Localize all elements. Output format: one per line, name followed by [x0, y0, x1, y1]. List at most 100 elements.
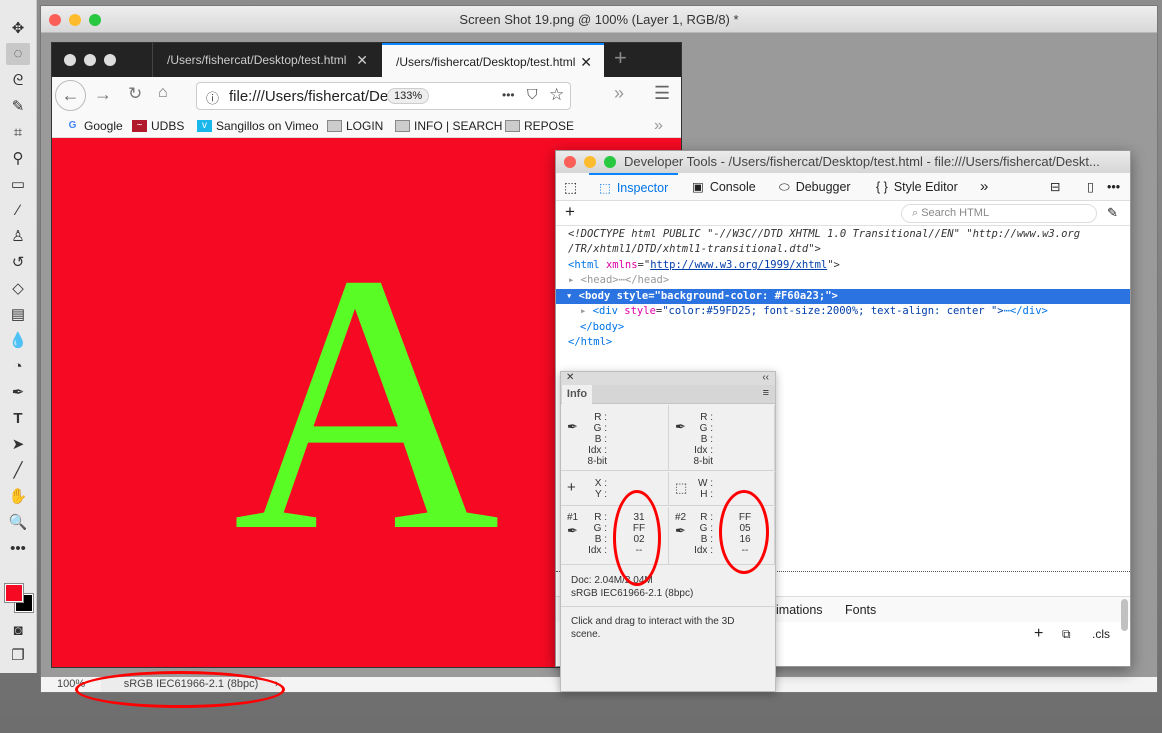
- forward-button[interactable]: →: [94, 84, 112, 105]
- toolbar-overflow-button[interactable]: »: [614, 83, 624, 104]
- tab-bar: /Users/fishercat/Desktop/test.html ✕ /Use…: [52, 43, 681, 77]
- screen-mode-icon[interactable]: ❐: [6, 645, 30, 667]
- tab-info[interactable]: Info: [562, 385, 592, 404]
- style-editor-icon: { }: [876, 180, 888, 194]
- close-button[interactable]: [49, 14, 61, 26]
- back-button[interactable]: ←: [55, 80, 86, 111]
- tab-animations[interactable]: imations: [776, 597, 823, 623]
- tab-fonts[interactable]: Fonts: [845, 597, 876, 623]
- search-html-input[interactable]: ⌕ Search HTML: [901, 204, 1097, 223]
- dock-icon[interactable]: ⊟: [1050, 173, 1060, 201]
- bookmark-vimeo[interactable]: v Sangillos on Vimeo: [197, 114, 319, 138]
- move-tool-icon[interactable]: ✥: [6, 18, 30, 40]
- panel-menu-icon[interactable]: ≡: [763, 387, 769, 399]
- clone-stamp-tool-icon[interactable]: ♙: [6, 226, 30, 248]
- tab-style-editor[interactable]: { } Style Editor: [876, 173, 958, 201]
- line-tool-icon[interactable]: ╱: [6, 460, 30, 482]
- healing-brush-tool-icon[interactable]: ▭: [6, 174, 30, 196]
- bookmarks-overflow[interactable]: »: [654, 114, 663, 138]
- hand-tool-icon[interactable]: ✋: [6, 486, 30, 508]
- devtools-toolbar: ⬚ ⬚ Inspector ▣ Console ⬭ Debugger { } Style…: [556, 173, 1130, 201]
- reload-button[interactable]: ↻: [128, 84, 142, 104]
- tab-debugger[interactable]: ⬭ Debugger: [779, 173, 851, 201]
- menu-button[interactable]: ☰: [654, 83, 670, 104]
- inspector-search-row: + ⌕ Search HTML ✎: [556, 201, 1130, 226]
- tag: <div: [592, 305, 618, 317]
- minimize-button[interactable]: [584, 156, 596, 168]
- url-bar[interactable]: ⓘ file:///Users/fishercat/Desk 133% ••• …: [196, 82, 571, 110]
- more-tools-icon[interactable]: •••: [6, 538, 30, 560]
- pseudo-class-toggle-icon[interactable]: ⧉: [1062, 622, 1071, 646]
- options-menu-icon[interactable]: •••: [1107, 173, 1120, 201]
- eyedropper-icon[interactable]: ✎: [1107, 205, 1118, 221]
- path-selection-tool-icon[interactable]: ➤: [6, 434, 30, 456]
- collapse-panel-icon[interactable]: ‹‹: [762, 372, 769, 384]
- div-node[interactable]: ▸ <div style="color:#59FD25; font-size:2…: [580, 304, 1048, 320]
- tab-inactive[interactable]: /Users/fishercat/Desktop/test.html ✕: [152, 43, 382, 77]
- blur-tool-icon[interactable]: 💧: [6, 330, 30, 352]
- eraser-tool-icon[interactable]: ◇: [6, 278, 30, 300]
- history-brush-tool-icon[interactable]: ↺: [6, 252, 30, 274]
- url-text[interactable]: file:///Users/fishercat/Desk: [229, 88, 394, 105]
- cls-toggle[interactable]: .cls: [1092, 622, 1110, 646]
- doctype-line-2: /TR/xhtml1/DTD/xhtml1-transitional.dtd">: [568, 243, 821, 255]
- close-button[interactable]: [564, 156, 576, 168]
- responsive-icon[interactable]: ▯: [1087, 173, 1094, 201]
- bookmark-folder-info[interactable]: INFO | SEARCH: [395, 114, 502, 138]
- dodge-tool-icon[interactable]: ◔: [6, 356, 30, 378]
- close-tab-icon[interactable]: ✕: [580, 45, 592, 79]
- zoom-tool-icon[interactable]: 🔍: [6, 512, 30, 534]
- bookmark-udbs[interactable]: ~ UDBS: [132, 114, 184, 138]
- panel-header: ✕ ‹‹: [561, 372, 775, 385]
- bookmark-star-icon[interactable]: ☆: [549, 85, 564, 105]
- crosshair-icon: +: [567, 479, 576, 496]
- tab-console[interactable]: ▣ Console: [692, 173, 756, 201]
- gradient-tool-icon[interactable]: ▤: [6, 304, 30, 326]
- body-node-selected[interactable]: ▾ <body style="background-color: #F60a23…: [566, 289, 838, 305]
- zoom-dot[interactable]: [104, 54, 116, 66]
- zoom-button[interactable]: [604, 156, 616, 168]
- bookmark-folder-login[interactable]: LOGIN: [327, 114, 383, 138]
- tab-inspector[interactable]: ⬚ Inspector: [589, 173, 679, 201]
- attr-link[interactable]: http://www.w3.org/1999/xhtml: [650, 259, 827, 271]
- panel-tab-bar: Info ≡: [561, 385, 775, 404]
- foreground-color-swatch[interactable]: [4, 583, 24, 603]
- xy-labels: X :Y :: [594, 478, 607, 500]
- element-picker-icon[interactable]: ⬚: [564, 173, 577, 201]
- crop-tool-icon[interactable]: ⌗: [6, 122, 30, 144]
- brush-tool-icon[interactable]: ∕: [6, 200, 30, 222]
- type-tool-icon[interactable]: T: [6, 408, 30, 430]
- pen-tool-icon[interactable]: ✒: [6, 382, 30, 404]
- page-actions-button[interactable]: •••: [502, 88, 515, 102]
- more-tools-button[interactable]: »: [980, 173, 988, 201]
- close-tab-icon[interactable]: ✕: [356, 43, 368, 77]
- scrollbar[interactable]: [1121, 599, 1128, 631]
- bookmark-folder-repose[interactable]: REPOSE: [505, 114, 574, 138]
- minimize-dot[interactable]: [84, 54, 96, 66]
- html-node[interactable]: <html xmlns="http://www.w3.org/1999/xhtm…: [568, 258, 840, 274]
- zoom-button[interactable]: [89, 14, 101, 26]
- eyedropper-icon[interactable]: ✒: [567, 419, 578, 435]
- tab-active[interactable]: /Users/fishercat/Desktop/test.html ✕: [382, 43, 604, 77]
- home-button[interactable]: ⌂: [158, 84, 168, 102]
- zoom-indicator[interactable]: 133%: [387, 88, 430, 104]
- elliptical-marquee-tool-icon[interactable]: ◌: [6, 43, 30, 65]
- minimize-button[interactable]: [69, 14, 81, 26]
- add-rule-button[interactable]: +: [1034, 622, 1043, 646]
- eyedropper-icon[interactable]: ✒: [567, 523, 578, 539]
- add-node-button[interactable]: +: [565, 202, 575, 222]
- actual-color-readout: ✒ R :G :B : Idx :8-bit: [561, 405, 669, 471]
- eyedropper-tool-icon[interactable]: ⚲: [6, 148, 30, 170]
- pocket-icon[interactable]: ⛉: [527, 86, 538, 103]
- close-dot[interactable]: [64, 54, 76, 66]
- close-panel-icon[interactable]: ✕: [566, 372, 574, 384]
- bookmark-google[interactable]: G Google: [65, 114, 123, 138]
- quick-mask-icon[interactable]: ◙: [6, 620, 30, 642]
- info-icon[interactable]: ⓘ: [206, 88, 219, 107]
- attr-value: "color:#59FD25; font-size:2000%; text-al…: [662, 305, 1004, 317]
- new-tab-button[interactable]: +: [614, 45, 627, 71]
- quick-selection-tool-icon[interactable]: ✎: [6, 96, 30, 118]
- head-node[interactable]: ▸ <head>⋯</head>: [568, 273, 669, 289]
- lasso-tool-icon[interactable]: ᘓ: [6, 70, 30, 92]
- bookmark-label: UDBS: [151, 119, 185, 133]
